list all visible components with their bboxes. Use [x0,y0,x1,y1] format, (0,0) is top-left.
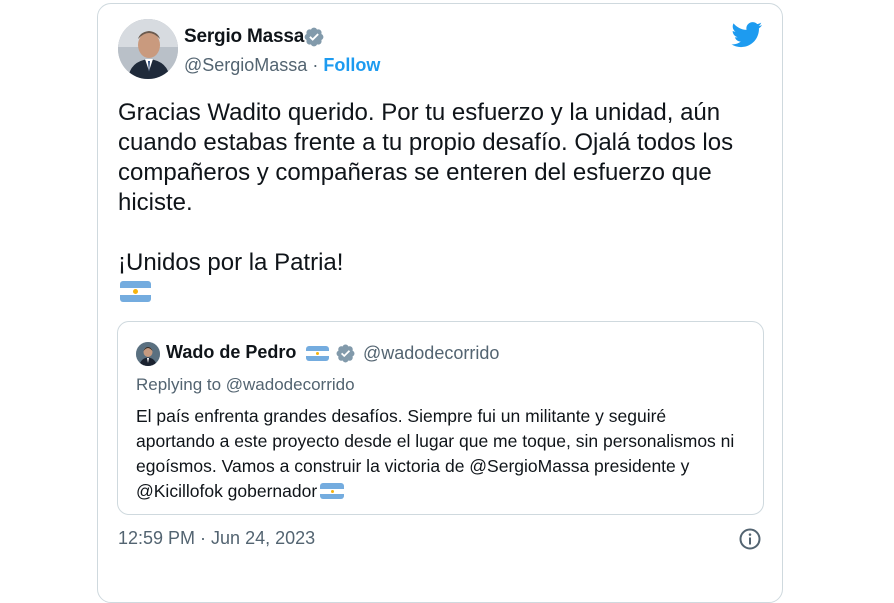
quoted-author-name[interactable]: Wado de Pedro [166,342,296,363]
argentina-flag-emoji [306,346,329,361]
quoted-author-handle[interactable]: @wadodecorrido [363,343,499,364]
tweet-text: Gracias Wadito querido. Por tu esfuerzo … [118,99,734,276]
tweet-card: Sergio Massa @SergioMassa · Follow Graci… [97,3,783,603]
author-avatar[interactable] [118,19,178,79]
quoted-tweet-text: El país enfrenta grandes desafíos. Siemp… [136,404,746,504]
author-handle[interactable]: @SergioMassa [184,55,307,75]
twitter-bird-icon[interactable] [731,22,763,48]
quoted-text-content: El país enfrenta grandes desafíos. Siemp… [136,406,735,501]
argentina-flag-emoji [120,281,151,302]
author-handle-row: @SergioMassa · Follow [184,55,380,76]
verified-badge-icon [336,344,355,363]
quoted-author-avatar[interactable] [136,342,160,366]
author-name[interactable]: Sergio Massa [184,26,304,48]
verified-badge-icon [304,27,324,47]
replying-to-label: Replying to @wadodecorrido [136,375,355,394]
handle-separator: · [307,55,324,75]
tweet-timestamp[interactable]: 12:59 PM · Jun 24, 2023 [118,528,315,549]
follow-button[interactable]: Follow [323,55,380,75]
info-icon[interactable] [738,527,762,551]
argentina-flag-emoji [320,483,345,500]
quoted-tweet[interactable]: Wado de Pedro @wadodecorrido Replying to… [117,321,764,515]
